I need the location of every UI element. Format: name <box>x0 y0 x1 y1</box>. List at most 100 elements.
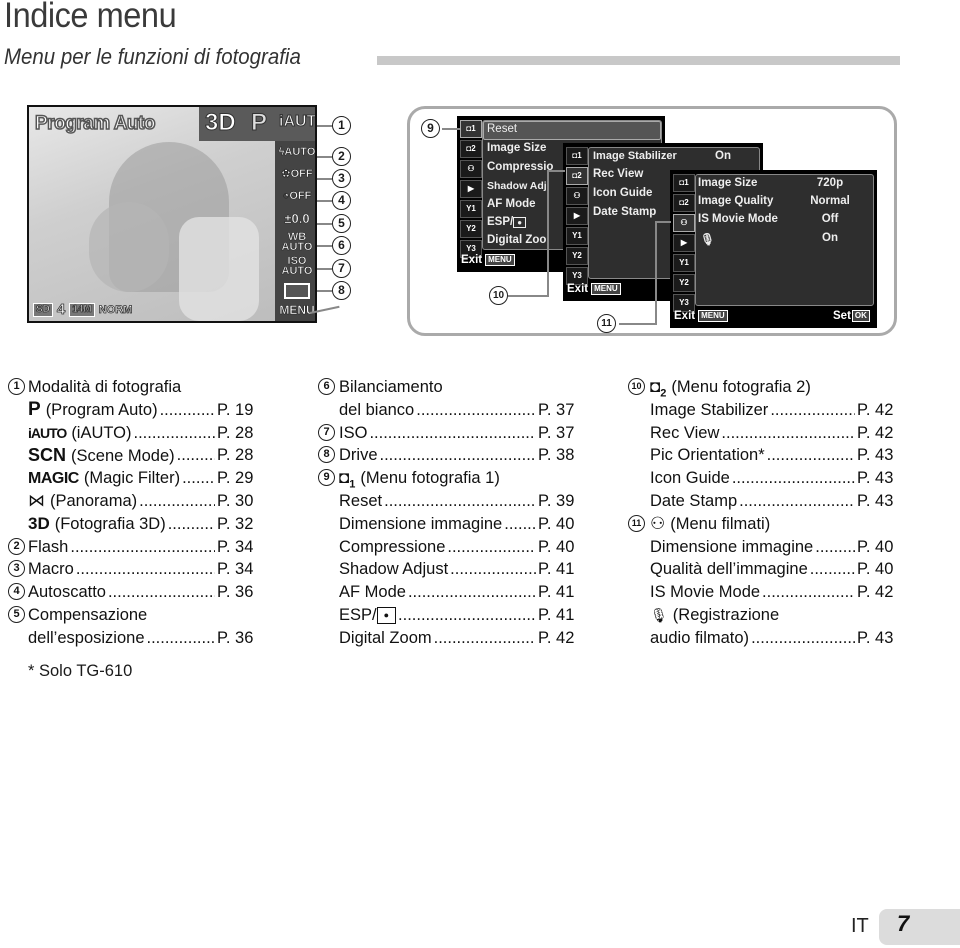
page-reference: P. 43 <box>857 628 894 647</box>
entry-label: Rec View <box>650 423 720 442</box>
menu-item-image-quality[interactable]: Image Quality <box>698 195 773 207</box>
dot-leader: ........................................… <box>369 423 536 442</box>
menu-item-icon-guide[interactable]: Icon Guide <box>593 187 652 199</box>
index-column-2: 6 Bilanciamento del bianco P. 37...........… <box>318 376 574 650</box>
page-reference: P. 29 <box>217 469 254 488</box>
entry-label: Compensazione <box>28 605 148 624</box>
iauto-icon: iAUTO <box>28 424 67 441</box>
callout-9: 9 <box>421 119 440 138</box>
dot-leader: ........................................… <box>766 446 855 465</box>
callout-number: 1 <box>8 378 25 395</box>
tab-playback[interactable]: ▶ <box>460 180 482 198</box>
index-entry: Compressione P. 40.......................… <box>318 536 574 559</box>
entry-label: Macro <box>28 560 74 579</box>
callout-number: 11 <box>628 514 645 532</box>
page-reference: P. 43 <box>857 446 894 465</box>
image-quality-value: Normal <box>810 195 850 207</box>
exit-button[interactable]: Exit MENU <box>674 310 728 322</box>
index-entry: dell’esposizione P. 36...................… <box>8 627 278 650</box>
set-button[interactable]: Set OK <box>833 310 870 322</box>
entry-label: P (Program Auto) <box>28 398 158 420</box>
tab-setup-2[interactable]: Y2 <box>566 247 588 265</box>
index-entry: Rec View P. 42...........................… <box>628 422 903 445</box>
index-entry: Icon Guide P. 43.........................… <box>628 467 903 490</box>
page-reference: P. 42 <box>857 400 894 419</box>
tab-camera-1[interactable]: ◘1 <box>673 174 695 192</box>
page-reference: P. 41 <box>538 605 575 624</box>
entry-label: ISO <box>339 423 368 442</box>
menu-item-digital-zoom[interactable]: Digital Zoo <box>487 234 546 246</box>
tab-playback[interactable]: ▶ <box>673 234 695 252</box>
page-reference: P. 42 <box>538 628 575 647</box>
menu-item-esp[interactable]: ESP/● <box>487 216 527 228</box>
page-reference: P. 40 <box>538 514 575 533</box>
entry-label: SCN (Scene Mode) <box>28 445 175 466</box>
tab-setup-2[interactable]: Y2 <box>673 274 695 292</box>
menu-item-movie-image-size[interactable]: Image Size <box>698 177 757 189</box>
menu-item-compression[interactable]: Compressio <box>487 161 553 173</box>
iso-icon: ISO AUTO <box>281 255 313 277</box>
index-entry: 1 Modalità di fotografia <box>8 376 278 399</box>
tab-camera-2[interactable]: ◘2 <box>460 140 482 158</box>
dot-leader: ........................................… <box>416 400 536 419</box>
menu-item-is-movie-mode[interactable]: IS Movie Mode <box>698 213 778 225</box>
callout-number: 4 <box>8 583 25 601</box>
microphone-icon[interactable]: 🎙 <box>700 232 715 246</box>
quality-badge: NORM <box>98 303 133 316</box>
dot-leader: ........................................… <box>770 400 855 419</box>
entry-label: Dimensione immagine <box>339 514 503 533</box>
index-entry: 4Autoscatto P. 36........................… <box>8 581 278 604</box>
3d-icon: 3D <box>28 513 50 533</box>
tab-camera-2[interactable]: ◘2 <box>673 194 695 212</box>
exit-button[interactable]: Exit MENU <box>461 254 515 266</box>
dot-leader: ........................................… <box>433 628 536 647</box>
page-reference: P. 34 <box>217 560 254 579</box>
entry-label: Flash <box>28 537 69 556</box>
page-reference: P. 42 <box>857 423 894 442</box>
menu-item-rec-view[interactable]: Rec View <box>593 168 643 180</box>
entry-label: iAUTO (iAUTO) <box>28 423 132 442</box>
index-entry: Shadow Adjust P. 41......................… <box>318 558 574 581</box>
page-reference: P. 41 <box>538 583 575 602</box>
tab-playback[interactable]: ▶ <box>566 207 588 225</box>
tab-camera-1[interactable]: ◘1 <box>566 147 588 165</box>
page-reference: P. 30 <box>217 491 254 510</box>
page-title: Indice menu <box>4 0 177 35</box>
menu-item-image-size[interactable]: Image Size <box>487 142 546 154</box>
menu-item-reset[interactable]: Reset <box>487 123 517 135</box>
is-movie-mode-value: Off <box>821 213 839 225</box>
camera-menu-1-icon: ◘1 <box>339 468 356 491</box>
tab-setup-1[interactable]: Y1 <box>673 254 695 272</box>
index-entry: ESP/● P. 41..............................… <box>318 604 574 627</box>
tab-movie[interactable]: ⚇ <box>566 187 588 205</box>
white-balance-icon: WB AUTO <box>281 231 313 253</box>
exit-button[interactable]: Exit MENU <box>567 283 621 295</box>
page-reference: P. 43 <box>857 469 894 488</box>
callout-10: 10 <box>489 286 508 305</box>
self-timer-off-icon: ◔OFF <box>282 190 312 202</box>
index-entry: Reset P. 39..............................… <box>318 490 574 513</box>
tab-camera-1[interactable]: ◘1 <box>460 120 482 138</box>
menu-item-date-stamp[interactable]: Date Stamp <box>593 206 656 218</box>
tab-camera-2[interactable]: ◘2 <box>566 167 588 185</box>
index-entry: 8 Drive P. 38.............................… <box>318 444 574 467</box>
sd-card-icon: SD <box>33 302 53 317</box>
tab-setup-1[interactable]: Y1 <box>566 227 588 245</box>
tab-setup-1[interactable]: Y1 <box>460 200 482 218</box>
index-entry: audio filmato) P. 43.....................… <box>628 627 903 650</box>
camera-menu-2-icon: ◘2 <box>650 377 667 400</box>
menu-item-shadow-adjust[interactable]: Shadow Adj <box>487 180 547 192</box>
callout-4: 4 <box>332 191 351 210</box>
scene-mode-icon: SCN <box>28 445 67 466</box>
tab-setup-2[interactable]: Y2 <box>460 220 482 238</box>
tab-movie[interactable]: ⚇ <box>460 160 482 178</box>
index-entry: Dimensione immagine P. 40................… <box>628 536 903 559</box>
menu-item-image-stabilizer[interactable]: Image Stabilizer <box>593 150 677 162</box>
dot-leader: ........................................… <box>146 628 216 647</box>
dot-leader: ........................................… <box>815 537 855 556</box>
callout-number: 10 <box>628 378 645 395</box>
menu-item-af-mode[interactable]: AF Mode <box>487 198 536 210</box>
tab-movie[interactable]: ⚇ <box>673 214 695 232</box>
dot-leader: ........................................… <box>809 560 855 579</box>
callout-5: 5 <box>332 214 351 233</box>
